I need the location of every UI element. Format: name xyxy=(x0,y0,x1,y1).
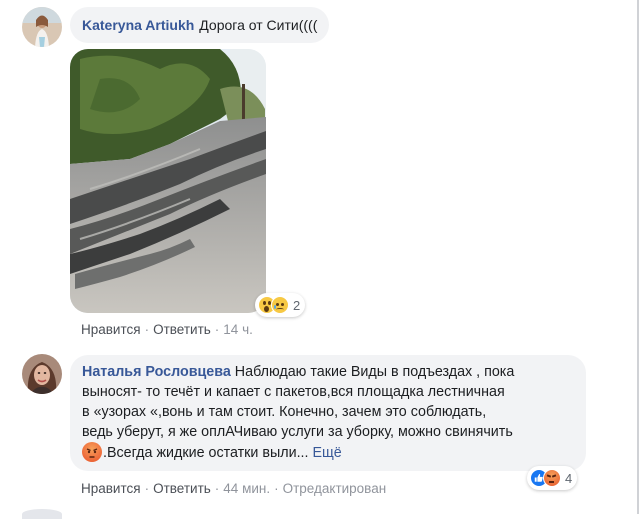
reaction-count: 2 xyxy=(293,297,301,313)
sad-icon xyxy=(271,296,289,314)
comment-text-line: Наблюдаю такие Виды в подъездах , пока xyxy=(234,364,515,380)
comment-actions: Нравится · Ответить · 14 ч. xyxy=(81,322,253,337)
comment-bubble: Наталья Рословцева Наблюдаю такие Виды в… xyxy=(70,355,586,471)
reply-link[interactable]: Ответить xyxy=(153,481,211,496)
comment-time[interactable]: 14 ч. xyxy=(223,322,253,337)
avatar-kateryna[interactable] xyxy=(22,7,62,47)
comment-text-line: в «узорах «,вонь и там стоит. Конечно, з… xyxy=(82,404,487,420)
comment-text-line: .Всегда жидкие остатки выли... xyxy=(103,445,309,461)
angry-face-icon xyxy=(82,442,102,462)
comment-text-line: выносят- то течёт и капает с пакетов,вся… xyxy=(82,384,505,400)
edited-label[interactable]: Отредактирован xyxy=(283,481,387,496)
next-comment-avatar xyxy=(22,509,62,519)
comment-text-line: ведь уберут, я же оплАЧиваю услуги за уб… xyxy=(82,424,513,440)
avatar-natalya[interactable] xyxy=(22,354,62,394)
reactions-summary[interactable]: 2 xyxy=(255,293,306,317)
comment-time[interactable]: 44 мин. xyxy=(223,481,270,496)
comment-text: Дорога от Сити(((( xyxy=(199,17,318,33)
comment-author[interactable]: Kateryna Artiukh xyxy=(82,15,194,35)
reactions-summary[interactable]: 4 xyxy=(527,466,578,490)
comment-author[interactable]: Наталья Рословцева xyxy=(82,364,231,380)
comment-photo[interactable] xyxy=(70,49,266,313)
angry-icon xyxy=(543,469,561,487)
comment-actions: Нравится · Ответить · 44 мин. · Отредактирован xyxy=(81,481,387,496)
see-more-link[interactable]: Ещё xyxy=(313,445,342,461)
like-link[interactable]: Нравится xyxy=(81,322,141,337)
like-link[interactable]: Нравится xyxy=(81,481,141,496)
reaction-count: 4 xyxy=(565,470,573,486)
reply-link[interactable]: Ответить xyxy=(153,322,211,337)
comment-bubble: Kateryna Artiukh Дорога от Сити(((( xyxy=(70,7,330,43)
